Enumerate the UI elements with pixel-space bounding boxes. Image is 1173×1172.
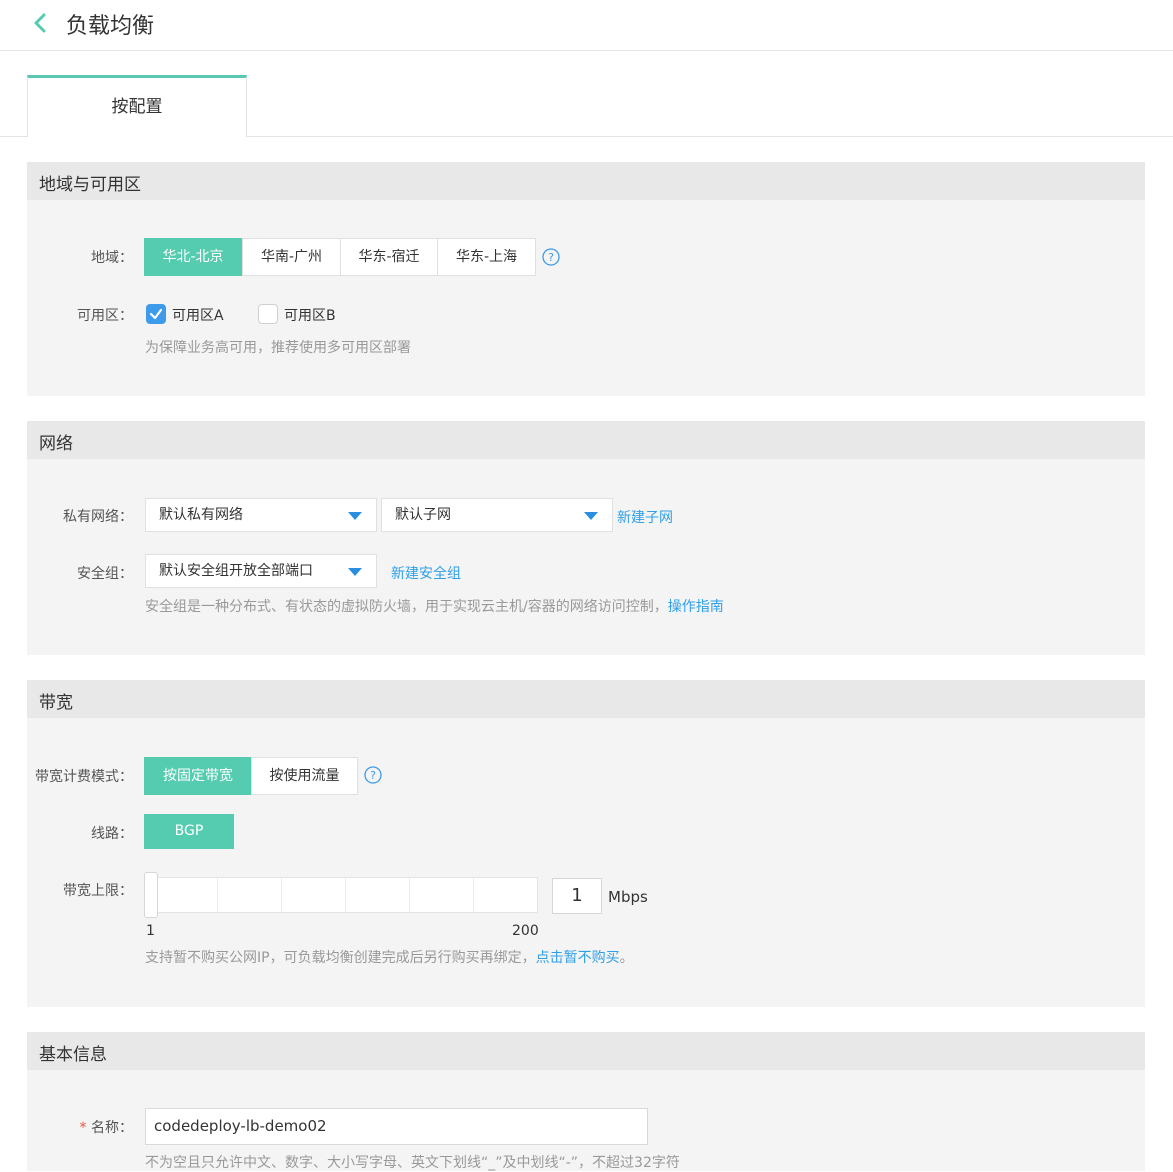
- line-bgp-button[interactable]: BGP: [144, 814, 234, 849]
- chevron-down-icon: [584, 512, 598, 520]
- zone-a-label[interactable]: 可用区A: [172, 305, 224, 325]
- subnet-select[interactable]: 默认子网: [381, 498, 613, 532]
- bandwidth-hint-end: 。: [619, 950, 634, 966]
- checkmark-icon: [149, 308, 163, 320]
- slider-handle[interactable]: [144, 872, 158, 918]
- guide-link[interactable]: 操作指南: [668, 599, 724, 615]
- region-option-suqian[interactable]: 华东-宿迁: [340, 238, 438, 276]
- slider-segment: [346, 878, 410, 912]
- no-buy-link[interactable]: 点击暂不购买: [536, 950, 620, 966]
- basic-info-section: 基本信息: [27, 1032, 1145, 1171]
- chevron-down-icon: [348, 512, 362, 520]
- bandwidth-hint-text: 支持暂不购买公网IP，可负载均衡创建完成后另行购买再绑定，: [145, 950, 536, 966]
- slider-segment: [218, 878, 282, 912]
- subnet-select-value: 默认子网: [395, 507, 451, 523]
- svg-text:?: ?: [370, 769, 376, 782]
- slider-min-label: 1: [146, 923, 155, 939]
- chevron-down-icon: [348, 568, 362, 576]
- billing-fixed-button[interactable]: 按固定带宽: [144, 757, 252, 795]
- network-section-header: 网络: [27, 421, 1145, 459]
- bandwidth-section-header: 带宽: [27, 680, 1145, 718]
- region-section-header: 地域与可用区: [27, 162, 1145, 200]
- region-option-guangzhou[interactable]: 华南-广州: [242, 238, 341, 276]
- tab-by-config[interactable]: 按配置: [27, 75, 247, 137]
- vpc-select-value: 默认私有网络: [159, 507, 243, 523]
- billing-traffic-button[interactable]: 按使用流量: [251, 757, 358, 795]
- help-icon[interactable]: ?: [542, 248, 560, 266]
- billing-mode-label: 带宽计费模式：: [35, 769, 133, 785]
- zone-b-checkbox[interactable]: [258, 304, 278, 324]
- page-header: 负载均衡: [0, 0, 1173, 51]
- page-title: 负载均衡: [66, 14, 155, 39]
- bandwidth-slider[interactable]: [144, 877, 538, 913]
- zone-a-checkbox[interactable]: [146, 304, 166, 324]
- basic-info-section-header: 基本信息: [27, 1032, 1145, 1070]
- security-group-hint: 安全组是一种分布式、有状态的虚拟防火墙，用于实现云主机/容器的网络访问控制，操作…: [145, 596, 724, 616]
- region-label: 地域：: [91, 250, 133, 266]
- slider-segment: [410, 878, 474, 912]
- name-label-text: 名称：: [91, 1120, 133, 1136]
- vpc-label: 私有网络：: [63, 509, 133, 525]
- security-group-hint-text: 安全组是一种分布式、有状态的虚拟防火墙，用于实现云主机/容器的网络访问控制，: [145, 599, 668, 615]
- bandwidth-limit-label: 带宽上限：: [63, 883, 133, 899]
- network-section: 网络: [27, 421, 1145, 655]
- security-group-select[interactable]: 默认安全组开放全部端口: [145, 554, 377, 588]
- help-icon[interactable]: ?: [364, 766, 382, 784]
- section-title: 带宽: [39, 693, 73, 713]
- new-subnet-link[interactable]: 新建子网: [617, 507, 673, 527]
- zone-b-label[interactable]: 可用区B: [284, 305, 336, 325]
- bandwidth-unit: Mbps: [608, 888, 648, 906]
- svg-text:?: ?: [548, 251, 554, 264]
- bandwidth-value-input[interactable]: 1: [552, 878, 602, 914]
- region-option-shanghai[interactable]: 华东-上海: [437, 238, 536, 276]
- name-hint: 不为空且只允许中文、数字、大小写字母、英文下划线“_”及中划线“-”，不超过32…: [145, 1155, 680, 1171]
- slider-segment: [282, 878, 346, 912]
- section-title: 地域与可用区: [39, 175, 141, 195]
- zone-label: 可用区：: [77, 308, 133, 324]
- region-section: 地域与可用区: [27, 162, 1145, 396]
- line-label: 线路：: [91, 826, 133, 842]
- required-mark: *: [79, 1120, 87, 1136]
- zone-hint: 为保障业务高可用，推荐使用多可用区部署: [145, 340, 411, 356]
- name-input[interactable]: codedeploy-lb-demo02: [145, 1108, 648, 1145]
- back-arrow-icon[interactable]: [30, 12, 52, 34]
- vpc-select[interactable]: 默认私有网络: [145, 498, 377, 532]
- slider-max-label: 200: [512, 923, 539, 939]
- bandwidth-hint: 支持暂不购买公网IP，可负载均衡创建完成后另行购买再绑定，点击暂不购买。: [145, 947, 634, 967]
- security-group-select-value: 默认安全组开放全部端口: [159, 563, 313, 579]
- region-option-beijing[interactable]: 华北-北京: [144, 238, 242, 276]
- section-title: 基本信息: [39, 1045, 107, 1065]
- security-group-label: 安全组：: [77, 566, 133, 582]
- name-label: * 名称：: [23, 1117, 133, 1137]
- new-security-group-link[interactable]: 新建安全组: [391, 563, 461, 583]
- section-title: 网络: [39, 434, 73, 454]
